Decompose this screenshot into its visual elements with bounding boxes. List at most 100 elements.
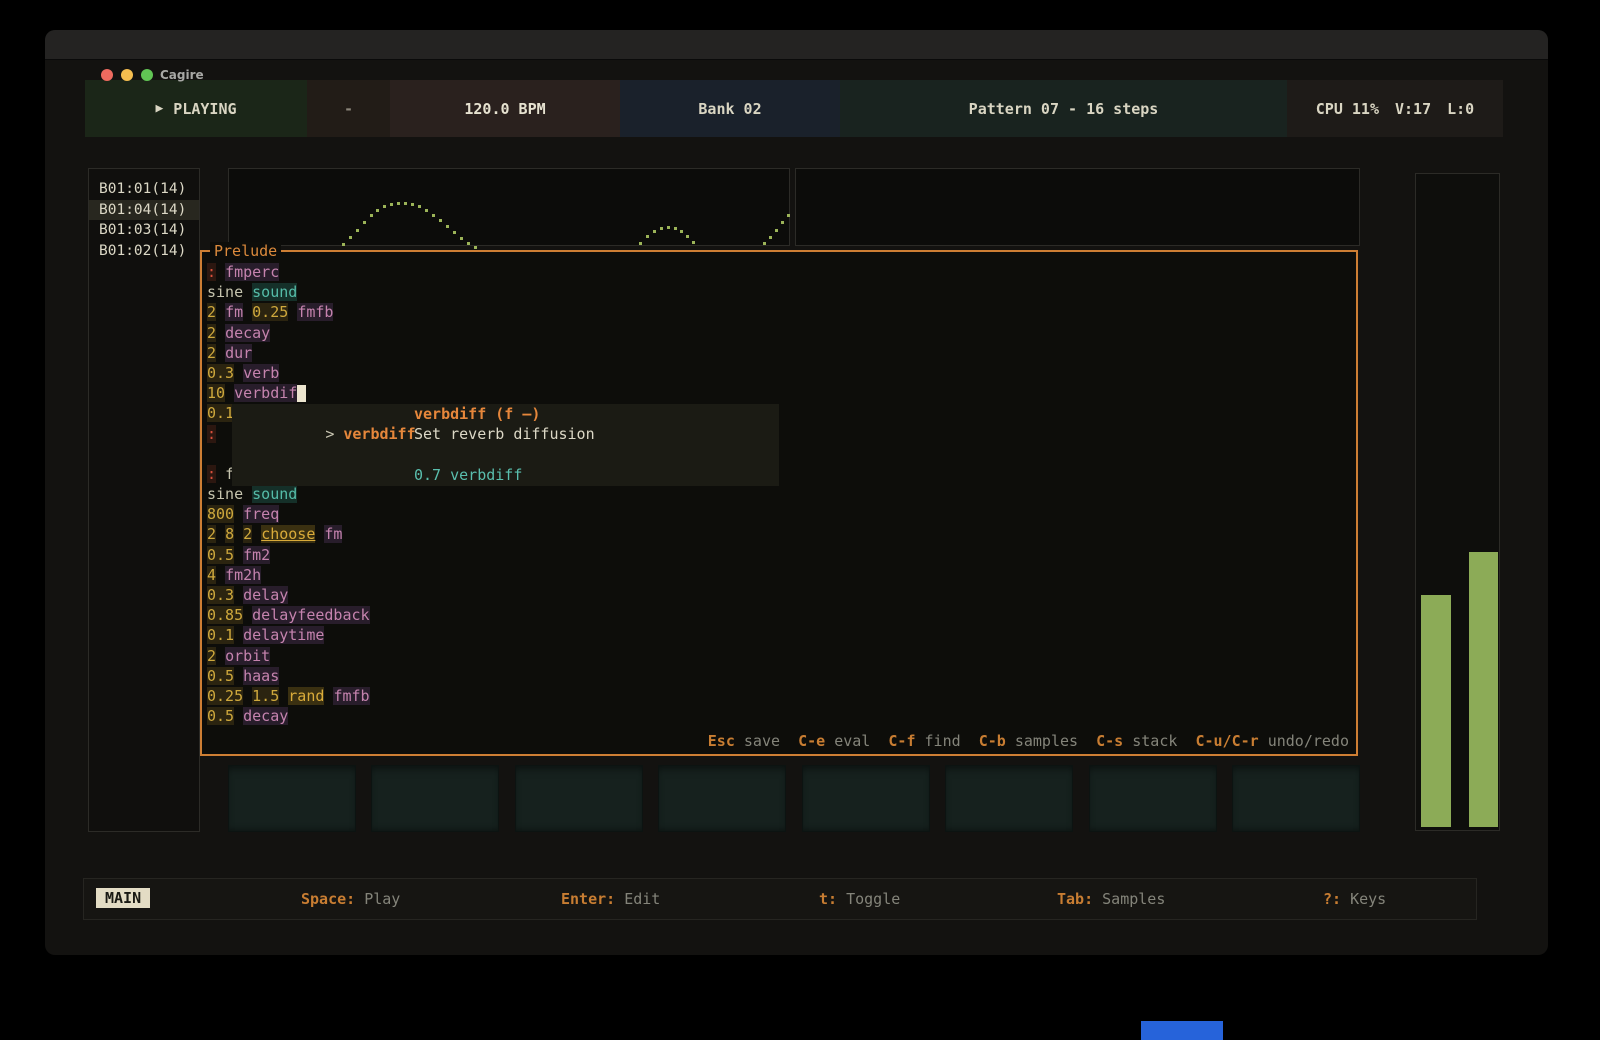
keybind-label: samples <box>1015 732 1078 750</box>
scope-dot <box>356 229 359 232</box>
statusbar-shortcut: t: Toggle <box>819 890 900 908</box>
shortcut-key: Tab: <box>1057 890 1093 908</box>
bank-display[interactable]: Bank 02 <box>620 80 840 137</box>
pattern-list-item[interactable]: B01:02(14) <box>89 241 199 262</box>
code-line: 0.5 decay <box>207 706 1356 726</box>
scope-dot <box>769 236 772 239</box>
code-line: 0.85 delayfeedback <box>207 605 1356 625</box>
bpm-display[interactable]: 120.0 BPM <box>390 80 620 137</box>
sample-slot[interactable] <box>228 765 356 832</box>
code-line: 2 orbit <box>207 646 1356 666</box>
pattern-list-item[interactable]: B01:03(14) <box>89 220 199 241</box>
popup-row: Set reverb diffusion <box>232 424 779 444</box>
code-token: 0.25 <box>252 303 288 321</box>
code-line: 10 verbdif <box>207 383 1356 403</box>
code-token: 0.5 <box>207 546 234 564</box>
code-token: decay <box>243 707 288 725</box>
pattern-list-item[interactable]: B01:01(14) <box>89 179 199 200</box>
pattern-list-item[interactable]: B01:04(14) <box>89 200 199 221</box>
code-token: 2 <box>243 525 252 543</box>
code-token: 2 <box>207 647 216 665</box>
code-token: verb <box>243 364 279 382</box>
code-line: sine sound <box>207 282 1356 302</box>
editor-title: Prelude <box>210 242 281 260</box>
shortcut-key: Space: <box>301 890 355 908</box>
sample-slot-row <box>228 765 1360 832</box>
shortcut-key: Enter: <box>561 890 615 908</box>
scope-dot <box>397 202 400 205</box>
level-meter-bar <box>1469 552 1498 827</box>
code-token: 0.5 <box>207 667 234 685</box>
code-editor[interactable]: Prelude : fmpercsine sound2 fm 0.25 fmfb… <box>200 250 1358 756</box>
keybind-label: eval <box>834 732 870 750</box>
code-line: 0.25 1.5 rand fmfb <box>207 686 1356 706</box>
pattern-value: Pattern 07 - 16 steps <box>969 100 1159 118</box>
code-token: 2 <box>207 324 216 342</box>
popup-row: 0.7 verbdiff <box>232 465 779 485</box>
zoom-button-icon[interactable] <box>141 69 153 81</box>
autocomplete-item[interactable]: > verbdiff verbdiff (f —) <box>232 404 779 424</box>
code-line: 0.1 delaytime <box>207 625 1356 645</box>
app-window: Cagire ▶ PLAYING - 120.0 BPM Bank 02 Pat… <box>45 30 1548 955</box>
keybind-label: find <box>925 732 961 750</box>
keybind-key: Esc <box>708 732 735 750</box>
secondary-panel <box>795 168 1360 246</box>
code-token: 0.1 <box>207 404 234 422</box>
playing-label: PLAYING <box>173 100 236 118</box>
sample-slot[interactable] <box>658 765 786 832</box>
scope-dot <box>787 214 790 217</box>
statusbar-shortcut: Tab: Samples <box>1057 890 1165 908</box>
bpm-value: 120.0 BPM <box>464 100 545 118</box>
scope-dot <box>349 236 352 239</box>
code-token: 8 <box>225 525 234 543</box>
keybind-key: C-u/C-r <box>1195 732 1258 750</box>
code-line: 0.3 delay <box>207 585 1356 605</box>
scope-dot <box>763 242 766 245</box>
code-token: 2 <box>207 344 216 362</box>
transport-empty-segment[interactable]: - <box>307 80 390 137</box>
code-token: 2 <box>207 525 216 543</box>
shortcut-label: Toggle <box>846 890 900 908</box>
code-token: fm <box>225 303 243 321</box>
code-token: 0.5 <box>207 707 234 725</box>
editor-keybind-hints: Esc save C-e eval C-f find C-b samples C… <box>708 732 1349 750</box>
sample-slot[interactable] <box>1089 765 1217 832</box>
scope-dot <box>425 209 428 212</box>
autocomplete-popup: > verbdiff verbdiff (f —) Set reverb dif… <box>232 404 779 486</box>
sample-slot[interactable] <box>1232 765 1360 832</box>
pattern-display[interactable]: Pattern 07 - 16 steps <box>840 80 1287 137</box>
cpu-value: CPU 11% <box>1316 100 1379 118</box>
code-token: orbit <box>225 647 270 665</box>
sample-slot[interactable] <box>371 765 499 832</box>
scope-dot <box>446 225 449 228</box>
keybind-key: C-e <box>798 732 825 750</box>
shortcut-label: Edit <box>624 890 660 908</box>
code-line: 2 8 2 choose fm <box>207 524 1356 544</box>
scope-dot <box>660 227 663 230</box>
scope-dot <box>432 214 435 217</box>
code-line: 800 freq <box>207 504 1356 524</box>
scope-dot <box>686 235 689 238</box>
code-token: dur <box>225 344 252 362</box>
code-token: verbdif <box>234 384 297 402</box>
code-token: delaytime <box>243 626 324 644</box>
keybind-label: undo/redo <box>1268 732 1349 750</box>
sample-slot[interactable] <box>802 765 930 832</box>
close-button-icon[interactable] <box>101 69 113 81</box>
code-token: sine <box>207 283 243 301</box>
code-token: 10 <box>207 384 225 402</box>
code-token: fm2h <box>225 566 261 584</box>
transport-status[interactable]: ▶ PLAYING <box>85 80 307 137</box>
scope-dot <box>342 243 345 246</box>
function-description: Set reverb diffusion <box>414 424 595 444</box>
shortcut-key: t: <box>819 890 837 908</box>
system-stats: CPU 11% V:17 L:0 <box>1287 80 1503 137</box>
text-cursor <box>297 385 306 402</box>
code-token: fmfb <box>333 687 369 705</box>
code-token: choose <box>261 525 315 543</box>
minimize-button-icon[interactable] <box>121 69 133 81</box>
voices-value: V:17 <box>1395 100 1431 118</box>
sample-slot[interactable] <box>945 765 1073 832</box>
code-line: 0.5 haas <box>207 666 1356 686</box>
sample-slot[interactable] <box>515 765 643 832</box>
